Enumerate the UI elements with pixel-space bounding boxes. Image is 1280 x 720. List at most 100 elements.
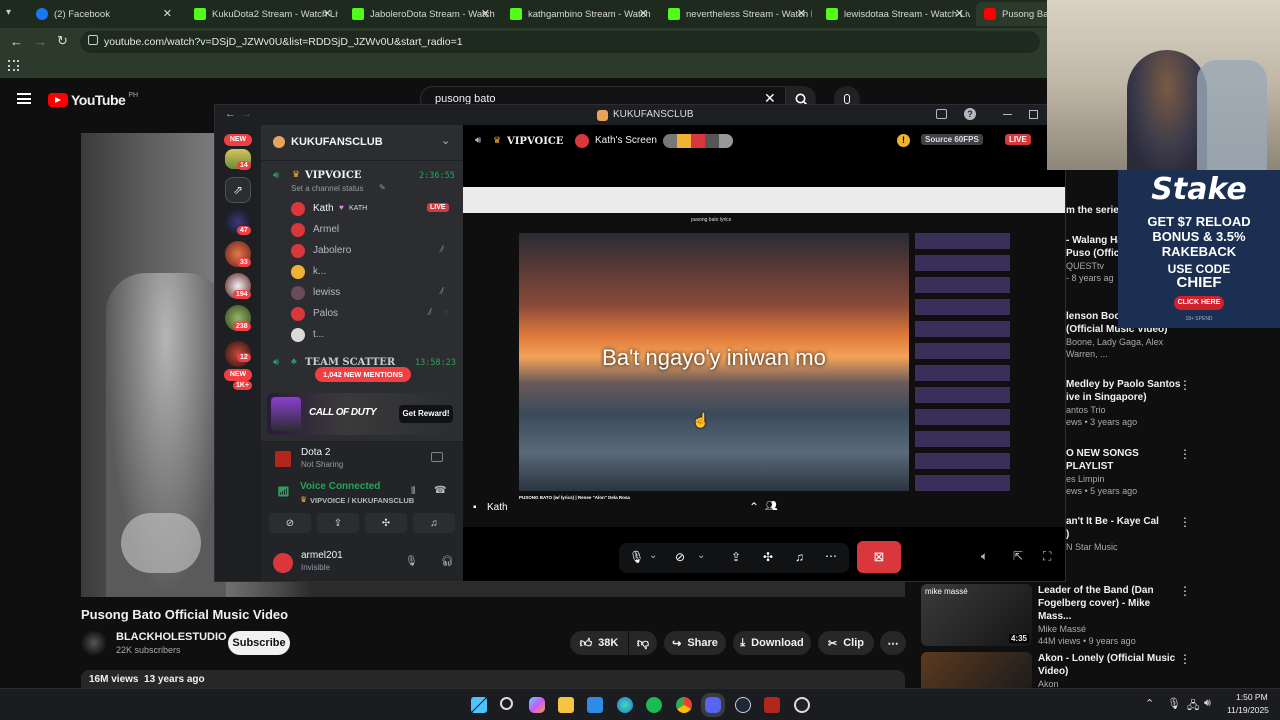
help-icon[interactable]: ?	[964, 108, 976, 120]
rec-thumbnail[interactable]	[921, 652, 1032, 688]
disconnect-icon[interactable]: ☎	[434, 485, 446, 496]
site-info-icon[interactable]	[88, 35, 98, 45]
mic-icon[interactable]: 🎙︎	[1167, 697, 1181, 710]
file-explorer-icon[interactable]	[558, 697, 574, 713]
channel-name[interactable]: BLACKHOLESTUDIO	[116, 631, 227, 643]
volume-icon[interactable]: 🔈︎	[981, 549, 988, 564]
recommendation-item[interactable]: O NEW SONGS PLAYLIST es Limpin ews • 5 y…	[1066, 447, 1186, 497]
menu-icon[interactable]	[17, 93, 31, 104]
description-box[interactable]: 16M views 13 years ago	[81, 670, 905, 690]
minimize-icon[interactable]	[1003, 114, 1012, 115]
dislike-button[interactable]: 👎︎	[629, 631, 657, 655]
more-options-icon[interactable]: ⋮	[1179, 378, 1191, 392]
close-tab-icon[interactable]: ✕	[323, 7, 332, 20]
back-icon[interactable]: ←	[225, 108, 236, 120]
more-options-icon[interactable]: ⋮	[1179, 584, 1191, 598]
more-options-icon[interactable]: ⋮	[1179, 652, 1191, 666]
tab-lewisdotaa[interactable]: lewisdotaa Stream - Watch Liv ✕	[818, 2, 970, 26]
channel-status[interactable]: Set a channel status	[291, 184, 364, 193]
recommendation-item[interactable]: an't It Be - Kaye Cal ) N Star Music	[1066, 515, 1186, 553]
voice-member[interactable]: k...	[291, 263, 455, 281]
subscribe-button[interactable]: Subscribe	[228, 631, 290, 655]
sponsor-ad[interactable]: Stake GET $7 RELOAD BONUS & 3.5% RAKEBAC…	[1118, 170, 1280, 328]
clip-button[interactable]: ✂ Clip	[818, 631, 874, 655]
server-icon[interactable]: ⇗	[225, 177, 251, 203]
more-options-icon[interactable]: ⋮	[1179, 515, 1191, 529]
discord-icon[interactable]	[705, 697, 721, 713]
clock-time[interactable]: 1:50 PM	[1236, 692, 1268, 702]
volume-icon[interactable]: 🔊︎	[1204, 697, 1211, 710]
more-actions-button[interactable]: ⋯	[880, 631, 906, 655]
share-screen-icon[interactable]	[431, 452, 443, 462]
forward-icon[interactable]: →	[34, 34, 47, 49]
like-button[interactable]: 👍︎ 38K	[570, 631, 628, 655]
tab-facebook[interactable]: (2) Facebook ✕	[28, 2, 178, 26]
close-tab-icon[interactable]: ✕	[481, 7, 490, 20]
camera-off-icon[interactable]: ⊘	[675, 550, 685, 564]
tab-jabolerodota[interactable]: JaboleroDota Stream - Watch L ✕	[344, 2, 496, 26]
voice-member[interactable]: Armel	[291, 221, 455, 239]
edge-icon[interactable]	[617, 697, 633, 713]
warning-icon[interactable]: !	[897, 134, 910, 147]
voice-member[interactable]: Kath ♥ KATH LIVE	[291, 200, 455, 218]
recommendation-item[interactable]: Akon - Lonely (Official Music Video) Ako…	[1038, 652, 1178, 690]
soundboard-button[interactable]: ♫	[413, 513, 455, 533]
close-tab-icon[interactable]: ✕	[639, 7, 648, 20]
soundboard-icon[interactable]: ♫	[795, 550, 804, 564]
copilot-icon[interactable]	[529, 697, 545, 713]
chrome-icon[interactable]	[676, 697, 692, 713]
close-tab-icon[interactable]: ✕	[163, 7, 172, 20]
voice-member[interactable]: Jabolero ⁄̸	[291, 242, 455, 260]
tab-nevertheless[interactable]: nevertheless Stream - Watch Li ✕	[660, 2, 812, 26]
youtube-logo[interactable]: YouTube PH	[48, 92, 138, 108]
chat-icon[interactable]: ▪	[473, 502, 477, 513]
inbox-icon[interactable]	[936, 109, 947, 119]
maximize-icon[interactable]	[1029, 110, 1038, 119]
recommendation-item[interactable]: Leader of the Band (Dan Fogelberg cover)…	[1038, 584, 1178, 647]
chevron-down-icon[interactable]: ⌄	[649, 550, 657, 561]
activity-panel[interactable]: Dota 2 Not Sharing	[261, 441, 463, 475]
dota-icon[interactable]	[764, 697, 780, 713]
popout-icon[interactable]: ⇱	[1013, 549, 1023, 563]
tab-kukudota2[interactable]: KukuDota2 Stream - Watch Liv ✕	[186, 2, 338, 26]
voice-member[interactable]: Palos ⁄̸ ◌	[291, 305, 455, 323]
close-tab-icon[interactable]: ✕	[955, 7, 964, 20]
tab-pusong-bato[interactable]: Pusong Bato O	[976, 2, 1056, 26]
new-mentions-pill[interactable]: 1,042 NEW MENTIONS	[315, 367, 411, 382]
viewer-avatars[interactable]	[663, 134, 733, 148]
chevron-up-icon[interactable]: ⌃	[1145, 697, 1154, 710]
share-button[interactable]: ↪ Share	[664, 631, 726, 655]
get-reward-button[interactable]: Get Reward!	[399, 405, 453, 423]
inner-video[interactable]: Ba't ngayo'y iniwan mo	[519, 233, 909, 491]
more-icon[interactable]: ⋯	[825, 549, 837, 563]
more-options-icon[interactable]: ⋮	[1179, 447, 1191, 461]
screen-share-icon[interactable]: ⇪	[731, 550, 741, 564]
chevron-down-icon[interactable]: ⌄	[697, 550, 705, 561]
reload-icon[interactable]: ↻	[57, 33, 68, 49]
activities-icon[interactable]: ✣	[763, 550, 773, 564]
spotify-icon[interactable]	[646, 697, 662, 713]
tab-kathgambino[interactable]: kathgambino Stream - Watch L ✕	[502, 2, 654, 26]
voice-member[interactable]: lewiss ⁄̸	[291, 284, 455, 302]
voice-member[interactable]: t...	[291, 326, 455, 344]
store-icon[interactable]	[587, 697, 603, 713]
apps-grid-icon[interactable]	[8, 60, 19, 71]
back-icon[interactable]: ←	[10, 34, 23, 49]
voice-channel-name[interactable]: VIPVOICE	[305, 170, 362, 181]
server-header[interactable]: KUKUFANSCLUB ⌄	[261, 125, 463, 161]
promo-banner[interactable]: CALL OF DUTY Get Reward!	[267, 393, 457, 435]
microphone-icon[interactable]: 🎙︎	[629, 550, 644, 564]
voice-path[interactable]: VIPVOICE / KUKUFANSCLUB	[310, 496, 414, 505]
shared-screen[interactable]: pusong bato lyrics Ba't ngayo'y iniwan m…	[463, 187, 1065, 527]
download-button[interactable]: ⤓ Download	[733, 631, 811, 655]
close-tab-icon[interactable]: ✕	[797, 7, 806, 20]
chevron-down-icon[interactable]: ⌄	[441, 134, 450, 147]
recommendation-item[interactable]: Medley by Paolo Santos ive in Singapore)…	[1066, 378, 1186, 428]
activities-button[interactable]: ✣	[365, 513, 407, 533]
tab-search-button[interactable]: ▾	[6, 7, 20, 21]
people-icon[interactable]: 👥︎	[765, 501, 778, 512]
pencil-icon[interactable]: ✎	[379, 183, 386, 192]
rec-thumbnail[interactable]: mike massé 4:35	[921, 584, 1032, 646]
microphone-icon[interactable]: 🎙︎	[405, 556, 418, 567]
steam-icon[interactable]	[735, 697, 751, 713]
